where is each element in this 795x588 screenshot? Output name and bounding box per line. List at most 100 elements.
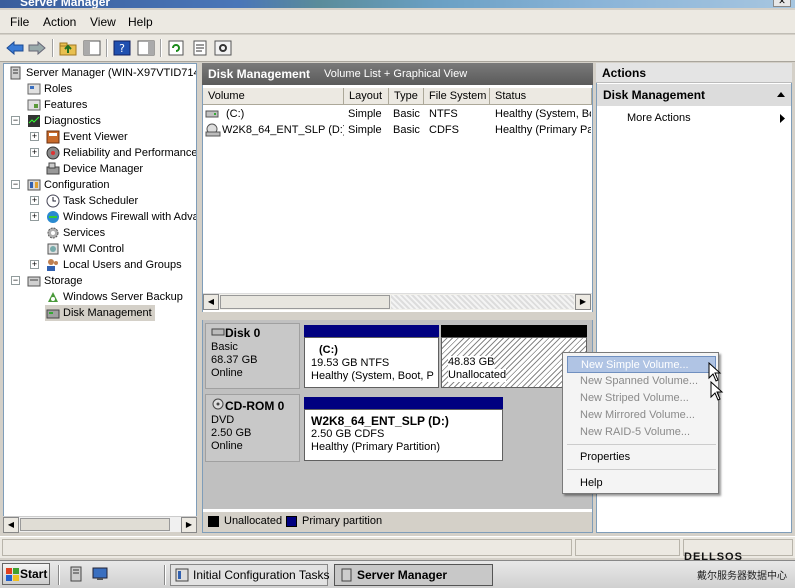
properties-icon[interactable] [190,38,210,58]
legend-unallocated: Unallocated [224,515,283,527]
status-cell: Healthy (System, Bo [495,108,591,120]
clock-icon [45,194,60,208]
toolbar: ? [0,35,795,62]
menu-item-new-striped-volume[interactable]: New Striped Volume... [567,390,716,407]
help-icon[interactable]: ? [112,38,132,58]
disk-size: 2.50 GB [211,427,252,439]
tree-item-roles[interactable]: Roles [26,81,72,97]
menu-action[interactable]: Action [43,15,76,29]
start-button[interactable]: Start [2,563,50,585]
refresh-icon[interactable] [166,38,186,58]
forward-icon[interactable] [27,38,47,58]
column-header-volume[interactable]: Volume [203,88,344,105]
disk-size: 68.37 GB [211,354,258,366]
more-actions-item[interactable]: More Actions [627,112,691,124]
server-icon [341,568,352,582]
show-desktop-icon[interactable] [92,566,108,582]
tree-item-reliability[interactable]: Reliability and Performance [45,145,196,161]
legend-swatch-unallocated [208,516,219,527]
volume-list-horizontal-scrollbar[interactable]: ◀ ▶ [203,293,592,310]
taskbar-server-manager[interactable]: Server Manager [334,564,493,586]
tree-item-device-manager[interactable]: Device Manager [45,161,143,177]
show-hide-tree-icon[interactable] [82,38,102,58]
tree-item-firewall[interactable]: Windows Firewall with Adva [45,209,196,225]
scroll-left-icon[interactable]: ◀ [203,294,219,310]
collapse-icon[interactable]: − [11,116,20,125]
legend-primary: Primary partition [302,515,383,527]
tree-item-wmi[interactable]: WMI Control [45,241,124,257]
roles-icon [26,82,41,96]
type-cell: Basic [393,108,420,120]
expand-icon[interactable]: + [30,260,39,269]
tree-item-storage[interactable]: Storage [26,273,83,289]
tree-item-task-scheduler[interactable]: Task Scheduler [45,193,138,209]
partition-status: Healthy (Primary Partition) [311,441,440,453]
taskbar-initial-configuration[interactable]: Initial Configuration Tasks [170,564,330,586]
scroll-left-icon[interactable]: ◀ [3,517,19,533]
tree-item-backup[interactable]: Windows Server Backup [45,289,183,305]
collapse-icon[interactable]: − [11,276,20,285]
disk-state: Online [211,440,243,452]
expand-icon[interactable]: + [30,148,39,157]
menu-item-new-spanned-volume[interactable]: New Spanned Volume... [567,373,716,390]
disk-0-label[interactable]: Disk 0 Basic 68.37 GB Online [205,323,300,389]
tree-item-disk-management[interactable]: Disk Management [45,305,155,321]
partition-size: 2.50 GB CDFS [311,428,385,440]
server-icon [8,66,23,80]
expand-icon[interactable]: + [30,212,39,221]
server-manager-quicklaunch-icon[interactable] [68,566,84,582]
tree-label: Configuration [44,179,110,191]
type-cell: Basic [393,124,420,136]
menu-item-new-simple-volume[interactable]: New Simple Volume... [567,356,716,373]
tree-item-services[interactable]: Services [45,225,105,241]
layout-cell: Simple [348,108,382,120]
partition-c[interactable]: (C:) 19.53 GB NTFS Healthy (System, Boot… [304,337,439,388]
settings-icon[interactable] [213,38,233,58]
actions-section-title: Disk Management [603,88,706,102]
collapse-up-icon[interactable] [777,92,785,98]
expand-icon[interactable]: + [30,132,39,141]
cdrom-0-label[interactable]: CD-ROM 0 DVD 2.50 GB Online [205,394,300,462]
legend: Unallocated Primary partition [203,512,592,532]
back-icon[interactable] [5,38,25,58]
up-folder-icon[interactable] [58,38,78,58]
actions-title: Actions [602,66,647,80]
unalloc-label: Unallocated [448,369,507,382]
users-icon [45,258,60,272]
expand-icon[interactable]: + [30,196,39,205]
tree-item-users-groups[interactable]: Local Users and Groups [45,257,182,273]
close-icon[interactable]: ✕ [773,0,791,7]
menu-item-properties[interactable]: Properties [567,449,716,466]
center-header: Disk Management Volume List + Graphical … [202,63,593,85]
actions-section[interactable]: Disk Management [597,84,791,106]
tree-item-configuration[interactable]: Configuration [26,177,109,193]
column-header-type[interactable]: Type [389,88,424,105]
menu-item-help[interactable]: Help [567,475,716,492]
tree-item-features[interactable]: Features [26,97,87,113]
status-panel [575,539,680,556]
column-header-status[interactable]: Status [490,88,592,105]
menu-view[interactable]: View [90,15,116,29]
scroll-right-icon[interactable]: ▶ [181,517,197,533]
menu-file[interactable]: File [10,15,29,29]
task-label: Server Manager [357,568,448,582]
partition-d[interactable]: W2K8_64_ENT_SLP (D:) 2.50 GB CDFS Health… [304,409,503,461]
tree-item-server-manager[interactable]: Server Manager (WIN-X97VTID714 [8,65,196,81]
menu-item-new-mirrored-volume[interactable]: New Mirrored Volume... [567,407,716,424]
disk-state: Online [211,367,243,379]
tree-item-diagnostics[interactable]: Diagnostics [26,113,101,129]
menu-item-new-raid5-volume[interactable]: New RAID-5 Volume... [567,424,716,441]
disk-name: Disk 0 [225,326,261,340]
column-header-layout[interactable]: Layout [344,88,389,105]
menu-help[interactable]: Help [128,15,153,29]
collapse-icon[interactable]: − [11,180,20,189]
scroll-right-icon[interactable]: ▶ [575,294,591,310]
column-header-file-system[interactable]: File System [424,88,490,105]
pane-splitter[interactable] [202,312,593,320]
tree-item-event-viewer[interactable]: Event Viewer [45,129,128,145]
tree-horizontal-scrollbar[interactable]: ◀ ▶ [3,516,197,533]
scroll-thumb[interactable] [20,518,170,531]
show-hide-action-pane-icon[interactable] [136,38,156,58]
window-title: Server Manager [20,0,111,8]
scroll-thumb[interactable] [220,295,390,309]
